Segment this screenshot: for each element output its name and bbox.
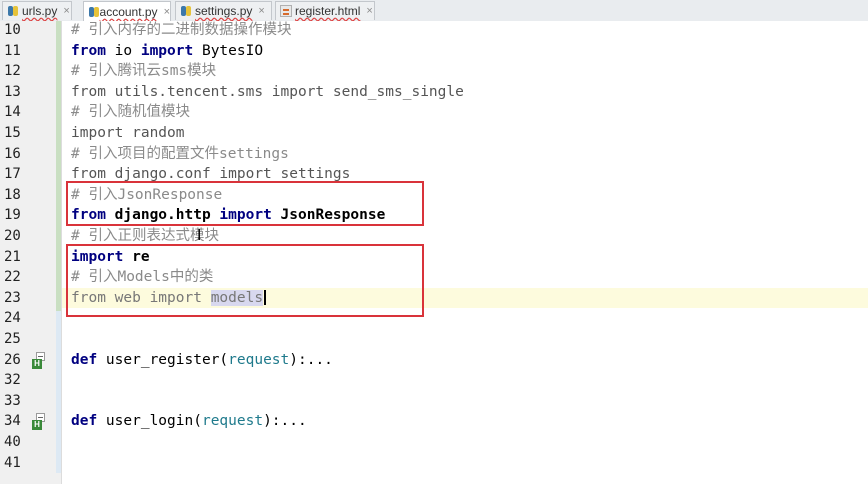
code-line: 25 [0,329,868,350]
html-file-icon [280,5,292,17]
close-icon[interactable]: × [164,6,170,18]
code-comment: # 引入项目的配置文件settings [71,145,289,162]
line-number: 34 [4,413,21,430]
code-text: def user_register(request):... [71,350,333,371]
annotation-box [66,181,424,226]
python-file-icon [88,6,99,18]
editor-tab-bar: urls.py × account.py × settings.py × reg… [0,0,868,22]
line-number: 33 [4,392,21,409]
code-line: 40 [0,432,868,453]
code-text: import random [71,125,185,141]
code-line: 26 H def user_register(request):... [0,350,868,371]
code-token: ):... [263,413,307,430]
code-line: 16 # 引入项目的配置文件settings [0,144,868,165]
code-line: 32 [0,370,868,391]
line-number: 23 [4,289,21,306]
fold-collapsed-icon[interactable]: H [32,413,48,431]
code-text: from io import BytesIO [71,41,263,62]
code-line: 15 import random [0,123,868,144]
code-line: 34 H def user_login(request):... [0,411,868,432]
tab-label: register.html [295,4,361,18]
code-line: 41 [0,453,868,474]
code-text: from utils.tencent.sms import send_sms_s… [71,83,464,100]
close-icon[interactable]: × [63,5,69,17]
code-line: 33 [0,391,868,412]
tab-register-html[interactable]: register.html × [275,1,375,20]
tab-urls-py[interactable]: urls.py × [2,1,72,20]
line-number: 22 [4,269,21,286]
fold-collapsed-icon[interactable]: H [32,351,48,369]
line-number: 25 [4,331,21,347]
line-number: 19 [4,207,21,224]
close-icon[interactable]: × [258,5,264,17]
function-name: user_login( [97,413,202,430]
code-token: BytesIO [193,42,264,59]
tab-label: urls.py [22,4,58,18]
python-file-icon [7,5,19,17]
line-number: 15 [4,125,21,141]
code-comment: # 引入内存的二进制数据操作模块 [71,22,292,38]
line-number: 24 [4,310,21,327]
keyword: from [71,42,106,59]
close-icon[interactable]: × [366,5,372,17]
badge-icon: H [32,358,42,369]
parameter: request [201,413,264,430]
code-line: 14 # 引入随机值模块 [0,102,868,123]
mouse-ibeam-cursor: I [197,226,202,244]
line-number: 32 [4,372,21,389]
line-number: 17 [4,166,21,183]
code-line: 11 from io import BytesIO [0,41,868,62]
badge-icon: H [32,420,42,431]
line-number: 41 [4,454,21,471]
code-token: ):... [289,351,333,368]
line-number: 12 [4,63,21,80]
line-number: 40 [4,434,21,450]
keyword: def [71,413,98,430]
code-comment: # 引入腾讯云sms模块 [71,63,217,80]
line-number: 11 [4,42,21,59]
code-token: io [105,42,141,59]
tab-label: settings.py [195,4,253,18]
code-comment: # 引入随机值模块 [71,104,190,121]
line-number: 20 [4,228,21,244]
line-number: 18 [4,186,21,203]
line-number: 16 [4,145,21,162]
code-line: 13 from utils.tencent.sms import send_sm… [0,82,868,103]
line-number: 13 [4,83,21,100]
line-number: 14 [4,104,21,121]
line-number: 21 [4,248,21,265]
function-name: user_register( [97,351,229,368]
code-line: 10 # 引入内存的二进制数据操作模块 [0,20,868,41]
code-line: 12 # 引入腾讯云sms模块 [0,61,868,82]
annotation-box [66,244,424,317]
parameter: request [228,351,290,368]
tab-settings-py[interactable]: settings.py × [175,1,272,20]
line-number: 10 [4,22,21,38]
line-number: 26 [4,351,21,368]
keyword: import [140,42,194,59]
tab-account-py[interactable]: account.py × [83,1,171,22]
code-text: def user_login(request):... [71,411,307,432]
tab-label: account.py [99,5,158,19]
keyword: def [71,351,98,368]
python-file-icon [180,5,192,17]
